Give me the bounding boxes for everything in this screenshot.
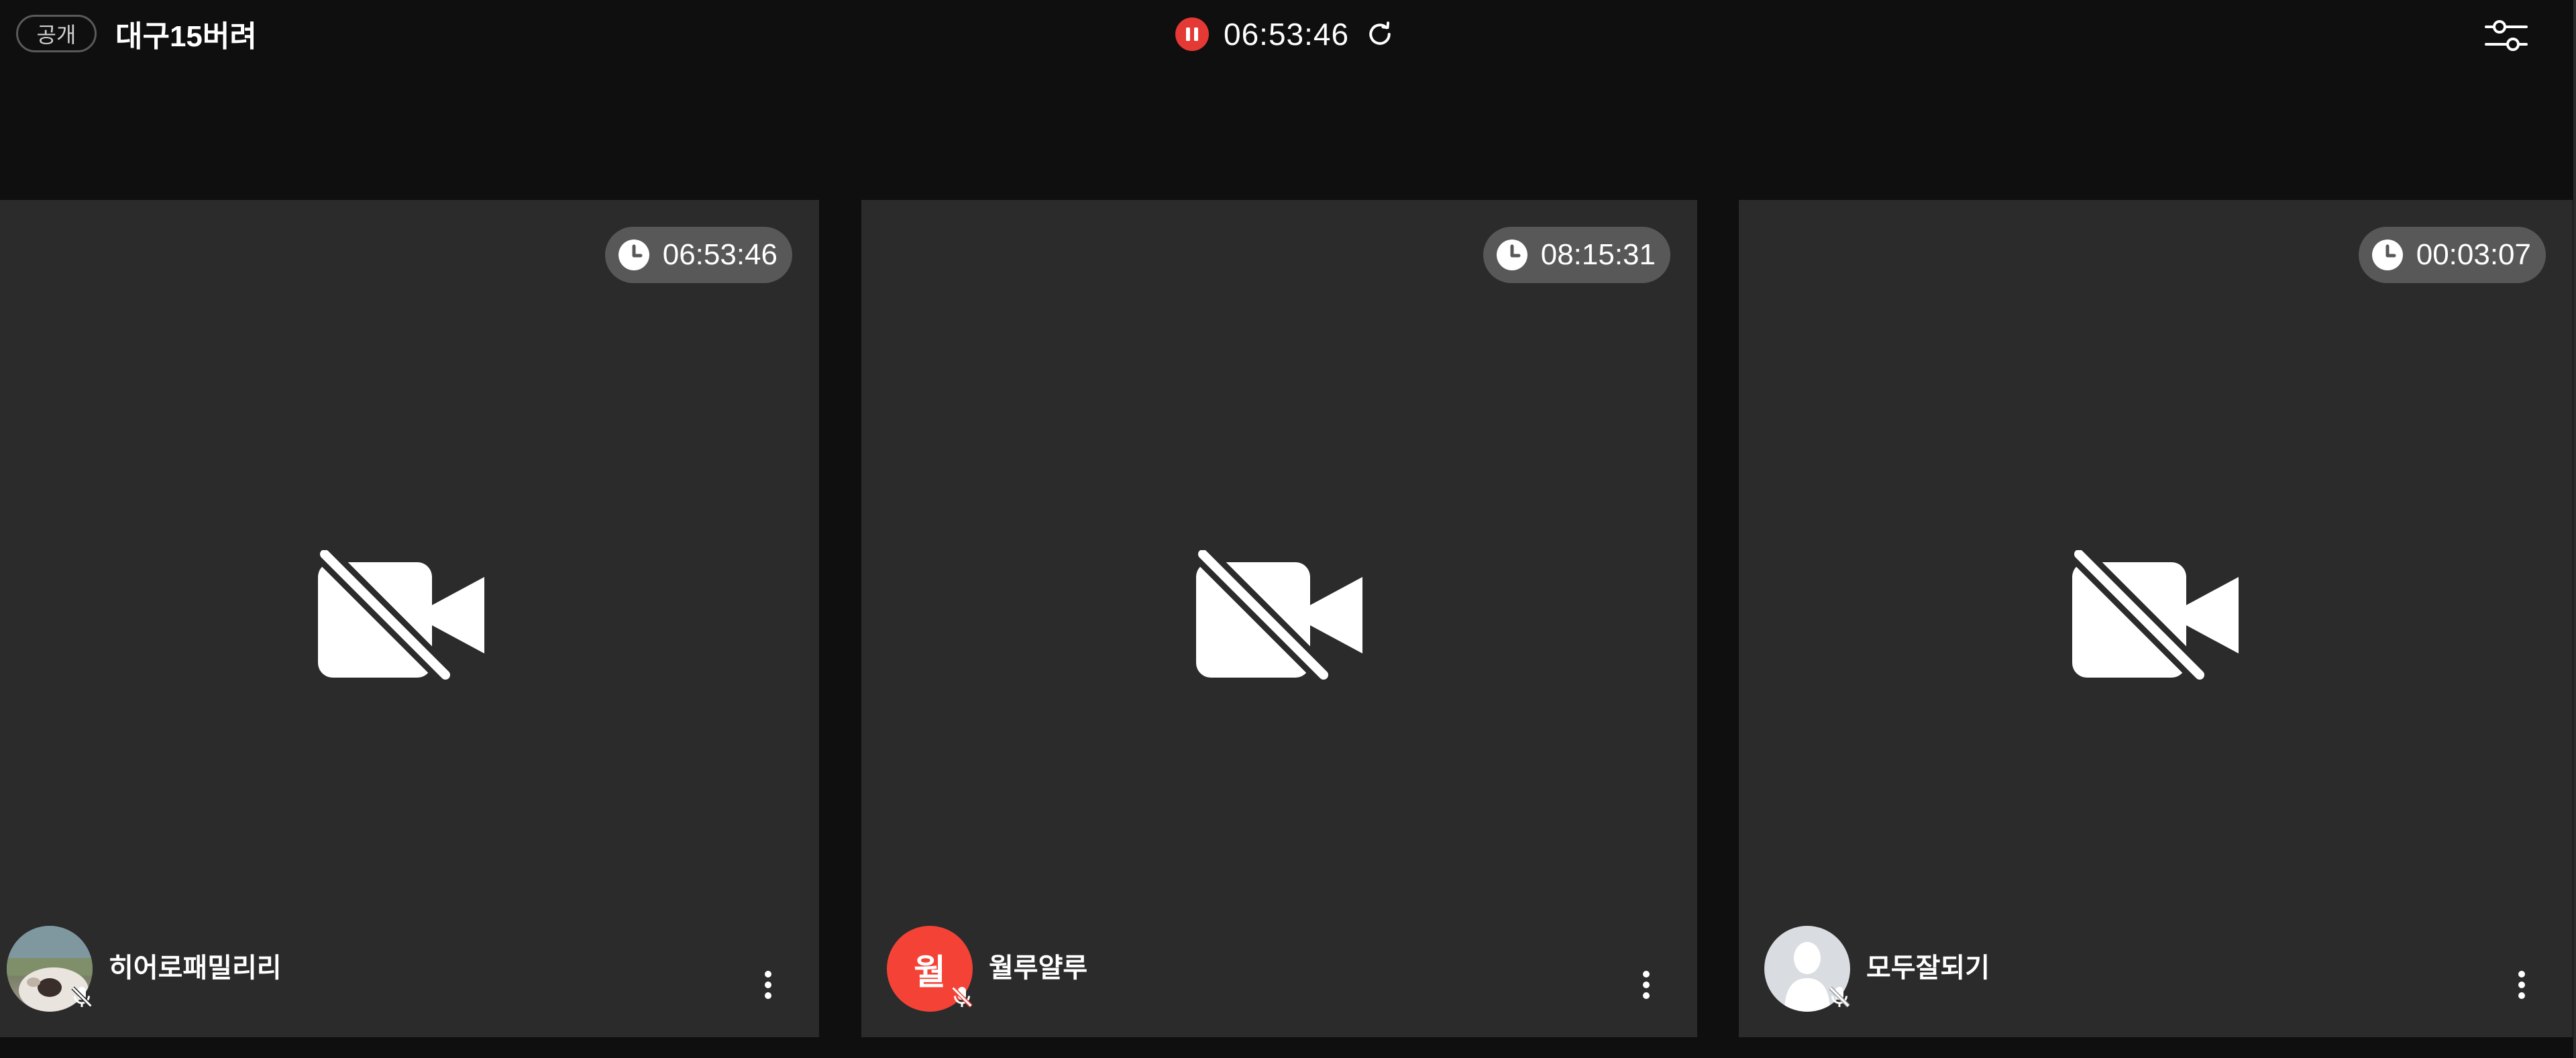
more-vertical-icon xyxy=(1643,971,1650,999)
study-room-app: 공개 대구15버려 06:53:46 06:53:46 히어로패밀리리 08:1… xyxy=(0,0,2576,1058)
participant-name: 히어로패밀리리 xyxy=(109,953,282,983)
mic-off-icon xyxy=(949,984,975,1010)
video-off-icon xyxy=(2071,550,2239,680)
mic-off-icon xyxy=(68,984,95,1010)
study-time: 06:53:46 xyxy=(662,238,777,271)
more-vertical-icon xyxy=(765,971,771,999)
participant-tile[interactable]: 06:53:46 히어로패밀리리 xyxy=(0,200,819,1037)
video-off-icon xyxy=(1195,550,1362,680)
clock-icon xyxy=(2371,238,2404,272)
more-vertical-icon xyxy=(2518,971,2525,999)
more-options-button[interactable] xyxy=(2508,965,2535,1005)
study-time-badge: 08:15:31 xyxy=(1483,227,1670,283)
avatar: 월 xyxy=(887,926,973,1012)
top-bar: 공개 대구15버려 06:53:46 xyxy=(0,0,2576,67)
pause-icon xyxy=(1186,28,1198,41)
refresh-button[interactable] xyxy=(1364,18,1396,50)
participant-name: 월루얄루 xyxy=(989,953,1088,983)
avatar xyxy=(7,926,93,1012)
window-edge xyxy=(2573,0,2576,1058)
participant-info: 모두잘되기 xyxy=(1764,926,1990,1012)
settings-button[interactable] xyxy=(2482,12,2530,59)
study-time: 00:03:07 xyxy=(2416,238,2531,271)
recording-controls: 06:53:46 xyxy=(1175,15,1396,54)
clock-icon xyxy=(617,238,651,272)
more-options-button[interactable] xyxy=(755,965,782,1005)
pause-recording-button[interactable] xyxy=(1175,17,1209,51)
participant-info: 히어로패밀리리 xyxy=(7,926,282,1012)
mic-off-icon xyxy=(1826,984,1853,1010)
study-time-badge: 06:53:46 xyxy=(604,227,792,283)
clock-icon xyxy=(1495,238,1529,272)
participant-name: 모두잘되기 xyxy=(1866,953,1990,983)
visibility-badge: 공개 xyxy=(16,15,97,52)
participant-tile[interactable]: 00:03:07 모두잘되기 xyxy=(1739,200,2573,1037)
refresh-icon xyxy=(1369,21,1391,45)
participant-tile[interactable]: 08:15:31 월 월루얄루 xyxy=(861,200,1697,1037)
sliders-icon xyxy=(2485,20,2528,51)
video-off-icon xyxy=(317,550,484,680)
participant-info: 월 월루얄루 xyxy=(887,926,1087,1012)
avatar xyxy=(1764,926,1850,1012)
recording-timer: 06:53:46 xyxy=(1224,17,1350,52)
study-time-badge: 00:03:07 xyxy=(2358,227,2546,283)
more-options-button[interactable] xyxy=(1633,965,1660,1005)
study-time: 08:15:31 xyxy=(1540,238,1656,271)
room-title: 대구15버려 xyxy=(115,20,257,53)
